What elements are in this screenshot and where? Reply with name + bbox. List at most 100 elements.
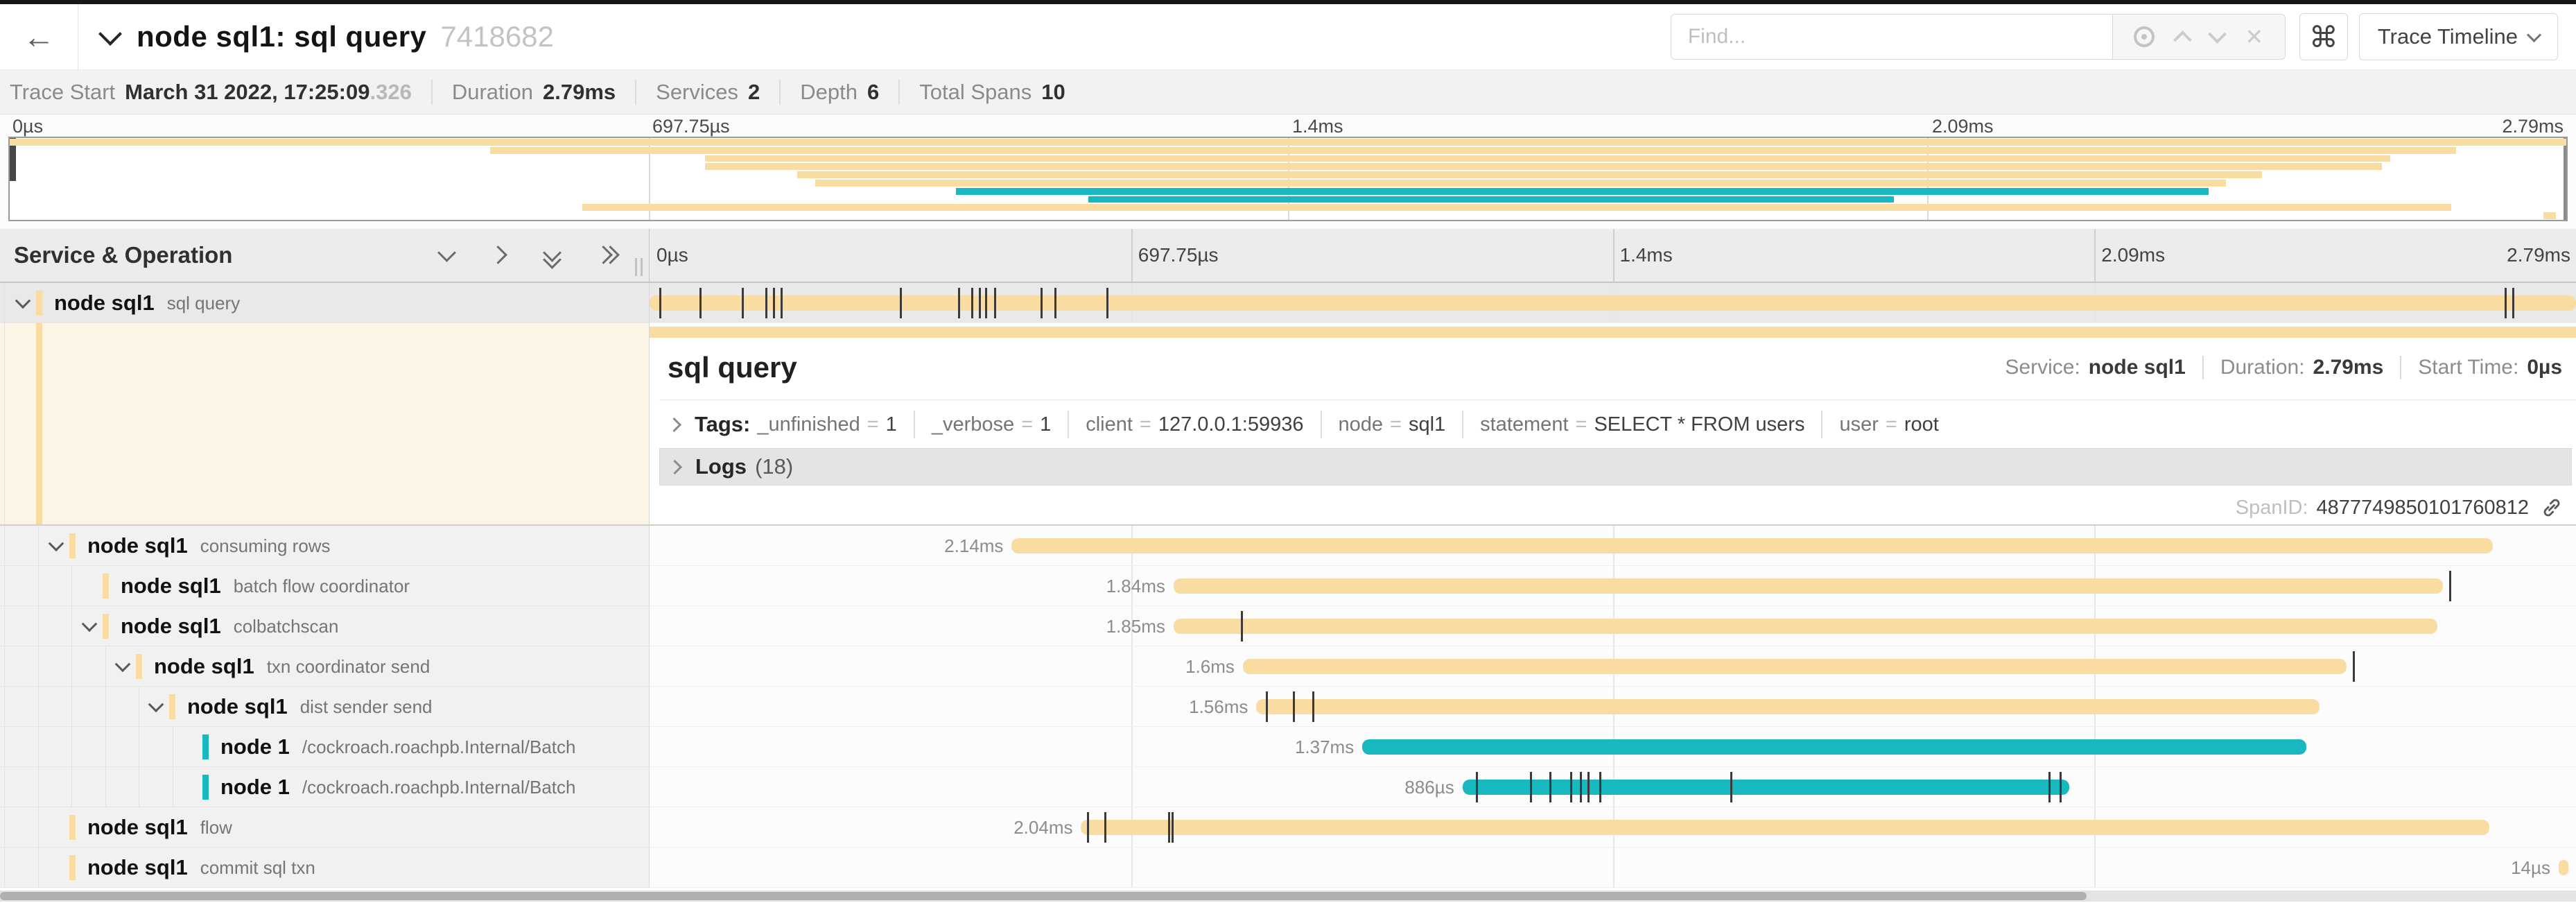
log-marker[interactable]: [1172, 812, 1174, 843]
keyboard-shortcuts-button[interactable]: ⌘: [2299, 13, 2348, 60]
span-row[interactable]: node sql1dist sender send1.56ms: [0, 687, 2576, 727]
log-marker[interactable]: [2060, 772, 2062, 802]
span-timeline-cell[interactable]: 14µs: [649, 848, 2576, 888]
span-row[interactable]: node sql1txn coordinator send1.6ms: [0, 646, 2576, 687]
chevron-down-icon[interactable]: [98, 22, 122, 46]
span-bar[interactable]: [1174, 578, 2443, 594]
scrollbar-thumb[interactable]: [0, 892, 2087, 900]
span-row[interactable]: node sql1consuming rows2.14ms: [0, 526, 2576, 566]
span-tree-cell[interactable]: node sql1consuming rows: [0, 526, 649, 566]
span-timeline-cell[interactable]: 1.84ms: [649, 566, 2576, 606]
expand-one-icon[interactable]: [489, 245, 510, 266]
chevron-down-icon[interactable]: [15, 293, 31, 309]
log-marker[interactable]: [1266, 691, 1268, 722]
span-row[interactable]: node sql1flow2.04ms: [0, 807, 2576, 848]
log-marker[interactable]: [1587, 772, 1590, 802]
span-timeline-cell[interactable]: [649, 283, 2576, 323]
span-tree-cell[interactable]: node 1/cockroach.roachpb.Internal/Batch: [0, 727, 649, 767]
log-marker[interactable]: [971, 288, 973, 318]
span-tree-cell[interactable]: node 1/cockroach.roachpb.Internal/Batch: [0, 767, 649, 807]
log-marker[interactable]: [1570, 772, 1572, 802]
logs-accordion[interactable]: Logs (18): [659, 448, 2572, 485]
clear-search-icon[interactable]: ✕: [2245, 26, 2263, 48]
log-marker[interactable]: [1476, 772, 1478, 802]
span-row[interactable]: node 1/cockroach.roachpb.Internal/Batch1…: [0, 727, 2576, 767]
log-marker[interactable]: [958, 288, 960, 318]
copy-link-icon[interactable]: [2540, 496, 2564, 519]
log-marker[interactable]: [1087, 812, 1089, 843]
previous-match-icon[interactable]: [2173, 31, 2192, 49]
log-marker[interactable]: [765, 288, 767, 318]
span-row[interactable]: node sql1sql query: [0, 283, 2576, 323]
chevron-down-icon[interactable]: [148, 696, 164, 712]
log-marker[interactable]: [1168, 812, 1170, 843]
log-marker[interactable]: [2353, 651, 2355, 682]
trace-timeline-dropdown[interactable]: Trace Timeline: [2359, 13, 2558, 60]
log-marker[interactable]: [1241, 611, 1243, 642]
span-tree-cell[interactable]: node sql1flow: [0, 807, 649, 848]
log-marker[interactable]: [985, 288, 987, 318]
log-marker[interactable]: [2505, 288, 2507, 318]
log-marker[interactable]: [1730, 772, 1732, 802]
log-marker[interactable]: [979, 288, 981, 318]
log-marker[interactable]: [742, 288, 744, 318]
collapse-one-icon[interactable]: [437, 245, 458, 266]
span-bar[interactable]: [1362, 739, 2306, 755]
span-tree-cell[interactable]: node sql1sql query: [0, 283, 649, 323]
span-bar[interactable]: [1011, 538, 2493, 553]
span-tree-cell[interactable]: node sql1dist sender send: [0, 687, 649, 727]
span-bar[interactable]: [2559, 860, 2568, 875]
log-marker[interactable]: [1106, 288, 1108, 318]
chevron-down-icon[interactable]: [49, 535, 64, 551]
span-timeline-cell[interactable]: 1.6ms: [649, 646, 2576, 687]
log-marker[interactable]: [1293, 691, 1295, 722]
log-marker[interactable]: [659, 288, 661, 318]
log-marker[interactable]: [1104, 812, 1106, 843]
minimap-canvas[interactable]: [8, 137, 2568, 221]
expand-all-icon[interactable]: [595, 245, 616, 266]
span-row[interactable]: node sql1colbatchscan1.85ms: [0, 606, 2576, 646]
log-marker[interactable]: [1599, 772, 1601, 802]
log-marker[interactable]: [2512, 288, 2514, 318]
span-row[interactable]: node sql1batch flow coordinator1.84ms: [0, 566, 2576, 606]
span-timeline-cell[interactable]: 2.04ms: [649, 807, 2576, 848]
log-marker[interactable]: [2449, 571, 2451, 601]
span-timeline-cell[interactable]: 1.37ms: [649, 727, 2576, 767]
horizontal-scrollbar[interactable]: [0, 891, 2576, 902]
log-marker[interactable]: [781, 288, 783, 318]
log-marker[interactable]: [773, 288, 775, 318]
chevron-down-icon[interactable]: [82, 616, 98, 632]
column-resize-grip[interactable]: [632, 258, 646, 276]
span-bar[interactable]: [1243, 659, 2347, 674]
span-bar[interactable]: [1174, 619, 2437, 634]
span-tree-cell[interactable]: node sql1commit sql txn: [0, 848, 649, 888]
log-marker[interactable]: [699, 288, 702, 318]
collapse-all-icon[interactable]: [542, 245, 563, 266]
span-bar[interactable]: [1081, 820, 2489, 835]
span-tree-cell[interactable]: node sql1colbatchscan: [0, 606, 649, 646]
log-marker[interactable]: [994, 288, 996, 318]
span-timeline-cell[interactable]: 886µs: [649, 767, 2576, 807]
span-timeline-cell[interactable]: 1.56ms: [649, 687, 2576, 727]
back-button[interactable]: ←: [0, 4, 78, 69]
span-tree-cell[interactable]: node sql1batch flow coordinator: [0, 566, 649, 606]
focus-match-icon[interactable]: [2134, 26, 2155, 47]
find-input[interactable]: [1671, 14, 2112, 60]
span-bar[interactable]: [1463, 780, 2069, 795]
span-bar[interactable]: [1256, 699, 2320, 714]
span-detail-bar[interactable]: [650, 327, 2576, 338]
span-timeline-cell[interactable]: 1.85ms: [649, 606, 2576, 646]
log-marker[interactable]: [1549, 772, 1551, 802]
span-timeline-cell[interactable]: 2.14ms: [649, 526, 2576, 566]
log-marker[interactable]: [1041, 288, 1043, 318]
log-marker[interactable]: [1530, 772, 1532, 802]
chevron-down-icon[interactable]: [115, 656, 131, 672]
span-row[interactable]: node sql1commit sql txn14µs: [0, 848, 2576, 888]
log-marker[interactable]: [900, 288, 902, 318]
log-marker[interactable]: [1312, 691, 1314, 722]
log-marker[interactable]: [1054, 288, 1056, 318]
tags-accordion[interactable]: Tags: _unfinished=1_verbose=1client=127.…: [659, 406, 2572, 442]
span-tree-cell[interactable]: node sql1txn coordinator send: [0, 646, 649, 687]
next-match-icon[interactable]: [2208, 25, 2227, 44]
span-bar[interactable]: [650, 295, 2576, 311]
